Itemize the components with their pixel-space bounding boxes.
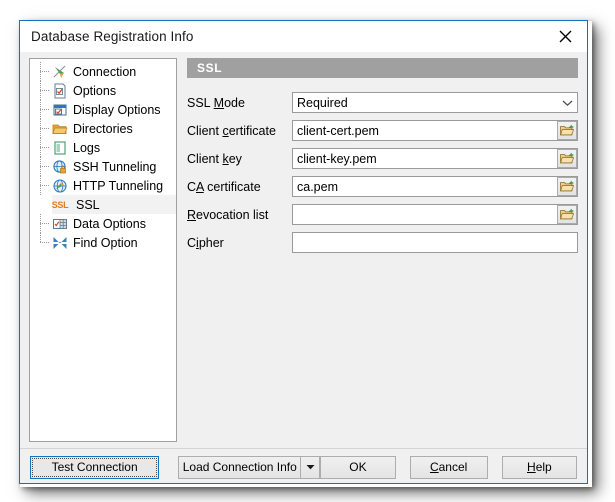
- tree-connector: [40, 176, 52, 195]
- open-folder-icon[interactable]: [557, 205, 577, 224]
- sidebar-item-label: Options: [73, 83, 117, 98]
- close-icon[interactable]: [543, 22, 587, 51]
- ssl-mode-select[interactable]: Required: [292, 92, 578, 113]
- ssl-mode-label: SSL Mode: [187, 95, 245, 110]
- sidebar-item-logs[interactable]: Logs: [30, 138, 176, 157]
- sidebar-item-label: Display Options: [73, 102, 161, 117]
- tree-connector: [40, 119, 52, 138]
- client-key-field-wrap: [292, 148, 578, 169]
- chevron-down-icon[interactable]: [557, 93, 577, 112]
- window-title: Database Registration Info: [31, 28, 194, 44]
- cipher-field-wrap: [292, 232, 578, 253]
- ok-label: OK: [349, 460, 367, 474]
- load-connection-info-button[interactable]: Load Connection Info: [178, 455, 302, 479]
- revocation-list-label: Revocation list: [187, 207, 269, 222]
- sidebar-item-http-tunneling[interactable]: HTTP Tunneling: [30, 176, 176, 195]
- client-certificate-field-wrap: [292, 120, 578, 141]
- globe-lock-icon: [52, 159, 68, 175]
- data-grid-icon: [52, 216, 68, 232]
- cancel-label: Cancel: [429, 460, 468, 474]
- tree-connector: [40, 81, 52, 100]
- ca-certificate-field-wrap: [292, 176, 578, 197]
- ssl-text-icon: SSL: [51, 199, 69, 210]
- revocation-list-input[interactable]: [292, 204, 578, 225]
- sidebar-item-label: Directories: [73, 121, 133, 136]
- help-label: Help: [527, 460, 552, 474]
- sidebar-item-label: Data Options: [73, 216, 146, 231]
- test-connection-button[interactable]: Test Connection: [30, 455, 160, 479]
- open-folder-icon[interactable]: [557, 149, 577, 168]
- sidebar-item-label: SSH Tunneling: [73, 159, 157, 174]
- sidebar-item-directories[interactable]: Directories: [30, 119, 176, 138]
- globe-arrow-icon: [52, 178, 68, 194]
- title-bar[interactable]: Database Registration Info: [20, 21, 587, 52]
- ca-certificate-input[interactable]: [292, 176, 578, 197]
- sidebar-item-display-options[interactable]: Display Options: [30, 100, 176, 119]
- screen: Database Registration Info Connection Op…: [0, 0, 615, 502]
- help-button[interactable]: Help: [501, 455, 577, 479]
- dialog-window: Database Registration Info Connection Op…: [19, 20, 588, 484]
- revocation-list-field-wrap: [292, 204, 578, 225]
- open-folder-icon[interactable]: [557, 177, 577, 196]
- tree-connector: [40, 100, 52, 119]
- form-row-ssl-mode: SSL Mode Required: [187, 92, 578, 113]
- sidebar-item-label: HTTP Tunneling: [73, 178, 164, 193]
- ssl-mode-value: Required: [297, 95, 348, 110]
- cipher-input[interactable]: [292, 232, 578, 253]
- section-title: SSL: [197, 61, 223, 75]
- sidebar-item-find-option[interactable]: Find Option: [30, 233, 176, 252]
- caret-down-icon[interactable]: [301, 455, 321, 479]
- tree-connector: [40, 233, 52, 252]
- sidebar-item-label: Logs: [73, 140, 101, 155]
- tree-connector: [40, 138, 52, 157]
- client-key-input[interactable]: [292, 148, 578, 169]
- cipher-label: Cipher: [187, 235, 224, 250]
- sidebar-item-label: SSL: [76, 197, 100, 212]
- form-row-client-certificate: Client certificate: [187, 120, 578, 141]
- sidebar-item-ssl[interactable]: SSL SSL: [52, 195, 176, 214]
- ssl-mode-field-wrap: Required: [292, 92, 578, 113]
- ca-certificate-label: CA certificate: [187, 179, 261, 194]
- folder-icon: [52, 121, 68, 137]
- form-row-revocation-list: Revocation list: [187, 204, 578, 225]
- connection-icon: [52, 64, 68, 80]
- settings-tree[interactable]: Connection Options Display Options Direc…: [29, 58, 177, 442]
- sidebar-item-connection[interactable]: Connection: [30, 62, 176, 81]
- form-row-cipher: Cipher: [187, 232, 578, 253]
- load-connection-info-label: Load Connection Info: [182, 460, 297, 474]
- display-options-icon: [52, 102, 68, 118]
- sidebar-item-label: Connection: [73, 64, 137, 79]
- client-certificate-input[interactable]: [292, 120, 578, 141]
- client-key-label: Client key: [187, 151, 242, 166]
- dialog-body: Connection Options Display Options Direc…: [20, 52, 587, 483]
- cancel-button[interactable]: Cancel: [409, 455, 488, 479]
- tree-connector: [40, 62, 52, 81]
- form-row-client-key: Client key: [187, 148, 578, 169]
- sidebar-item-label: Find Option: [73, 235, 138, 250]
- ssl-form: SSL Mode Required Client certificate cli…: [187, 92, 578, 253]
- open-folder-icon[interactable]: [557, 121, 577, 140]
- sidebar-item-data-options[interactable]: Data Options: [30, 214, 176, 233]
- tree-connector: [40, 157, 52, 176]
- tree-connector: [40, 214, 52, 233]
- dialog-button-bar: Test Connection Load Connection Info OK …: [20, 449, 587, 485]
- test-connection-label: Test Connection: [51, 460, 138, 474]
- form-row-ca-certificate: CA certificate: [187, 176, 578, 197]
- load-connection-info-split-button[interactable]: Load Connection Info: [178, 455, 321, 479]
- section-header: SSL: [187, 58, 578, 78]
- client-certificate-label: Client certificate: [187, 123, 276, 138]
- find-option-icon: [52, 235, 68, 251]
- sidebar-item-options[interactable]: Options: [30, 81, 176, 100]
- ok-button[interactable]: OK: [320, 455, 396, 479]
- sidebar-item-ssh-tunneling[interactable]: SSH Tunneling: [30, 157, 176, 176]
- options-icon: [52, 83, 68, 99]
- ssl-settings-pane: SSL SSL Mode Required Client certificate…: [187, 58, 578, 442]
- logs-icon: [52, 140, 68, 156]
